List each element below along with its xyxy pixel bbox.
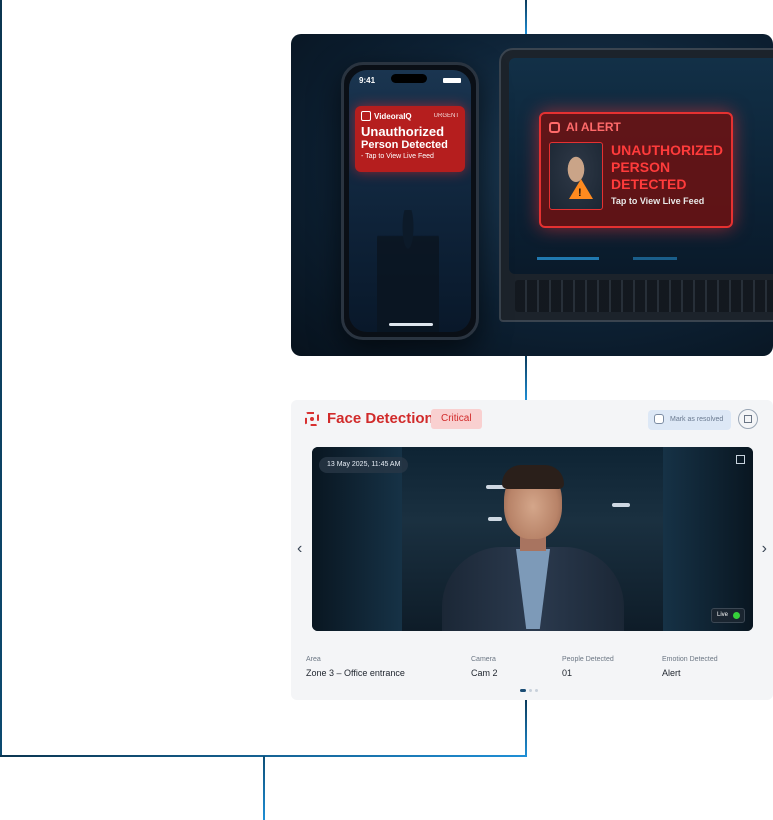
face-thumbnail: ! [549,142,603,210]
face-detection-card: Face Detection Critical Mark as resolved… [291,400,773,700]
checkbox-icon[interactable] [654,414,664,424]
phone: 9:41 VideoraIQ URGENT Unauthorized Perso… [341,62,479,340]
meta-label: Camera [471,656,496,663]
home-indicator [389,323,433,326]
ai-alert-line3: DETECTED [611,176,687,192]
live-indicator: Live [710,608,745,623]
card-title: Face Detection [327,410,434,427]
notification-header: VideoraIQ URGENT [361,111,459,121]
connector-line-left [0,0,2,757]
connector-line-middle [525,356,527,400]
feed-timestamp: 13 May 2025, 11:45 AM [319,457,409,473]
push-notification: VideoraIQ URGENT Unauthorized Person Det… [355,106,465,172]
phone-time: 9:41 [359,76,376,85]
live-label: Live [716,612,728,618]
meta-camera: Camera Cam 2 [471,656,498,678]
meta-emotion-detected: Emotion Detected Alert [662,656,718,678]
ai-alert-text: UNAUTHORIZED PERSON DETECTED Tap to View… [611,142,723,210]
ai-alert-line2: PERSON [611,159,671,175]
connector-line-stub [263,756,265,820]
expand-icon[interactable] [736,455,745,464]
meta-value: Alert [662,668,681,678]
meta-label: Area [306,656,321,663]
notification-brand-name: VideoraIQ [374,111,412,121]
chevron-right-icon[interactable]: › [762,540,767,558]
connector-line-top [525,0,527,34]
meta-label: Emotion Detected [662,656,718,663]
notification-title-line2: Person Detected [361,139,448,151]
connector-line-bottom [525,700,527,756]
corridor-wall-left [312,447,402,631]
pagination-dot-active[interactable] [520,689,526,692]
live-dot-icon [733,612,740,619]
card-header: Face Detection Critical Mark as resolved [291,408,773,432]
screen-bar [633,257,677,260]
ai-alert-line1: UNAUTHORIZED [611,142,723,158]
hero-alert-illustration: AI ALERT ! UNAUTHORIZED PERSON DETECTED … [291,34,773,356]
chevron-left-icon[interactable]: ‹ [297,540,302,558]
meta-people-detected: People Detected 01 [562,656,614,678]
face-scan-icon [305,412,319,426]
notification-tag: URGENT [433,113,459,119]
notification-brand: VideoraIQ [361,111,412,121]
carousel-pagination [520,689,538,692]
person-silhouette [377,210,439,332]
ai-alert-subtitle: Tap to View Live Feed [611,196,705,206]
laptop-screen: AI ALERT ! UNAUTHORIZED PERSON DETECTED … [509,58,773,274]
laptop: AI ALERT ! UNAUTHORIZED PERSON DETECTED … [499,48,773,322]
meta-value: 01 [562,668,573,678]
meta-value: Cam 2 [471,668,498,678]
battery-icon [443,78,461,83]
corridor-wall-right [663,447,753,631]
app-logo-icon [361,111,371,121]
ai-alert-body: ! UNAUTHORIZED PERSON DETECTED Tap to Vi… [549,142,723,210]
ai-alert-header: AI ALERT [549,120,723,134]
ai-alert-panel: AI ALERT ! UNAUTHORIZED PERSON DETECTED … [539,112,733,228]
meta-area: Area Zone 3 – Office entrance [306,656,405,678]
mark-resolved-button[interactable]: Mark as resolved [648,410,732,430]
pagination-dot[interactable] [529,689,532,692]
meta-value: Zone 3 – Office entrance [306,668,405,678]
laptop-keyboard [515,280,773,312]
fullscreen-button[interactable] [738,409,758,429]
camera-feed[interactable]: 13 May 2025, 11:45 AM Live [312,447,753,631]
screen-bar [537,257,599,260]
mark-resolved-label: Mark as resolved [670,416,724,423]
notification-title-line1: Unauthorized [361,124,445,139]
alert-icon [549,121,560,133]
phone-screen: 9:41 VideoraIQ URGENT Unauthorized Perso… [349,70,471,332]
meta-label: People Detected [562,656,614,663]
pagination-dot[interactable] [535,689,538,692]
notification-subtitle: - Tap to View Live Feed [361,153,434,160]
person-hair [502,465,564,489]
ai-alert-title: AI ALERT [566,120,621,134]
severity-badge: Critical [431,409,482,429]
phone-notch [391,74,427,83]
warning-mark: ! [578,187,582,199]
detected-person [442,465,624,631]
